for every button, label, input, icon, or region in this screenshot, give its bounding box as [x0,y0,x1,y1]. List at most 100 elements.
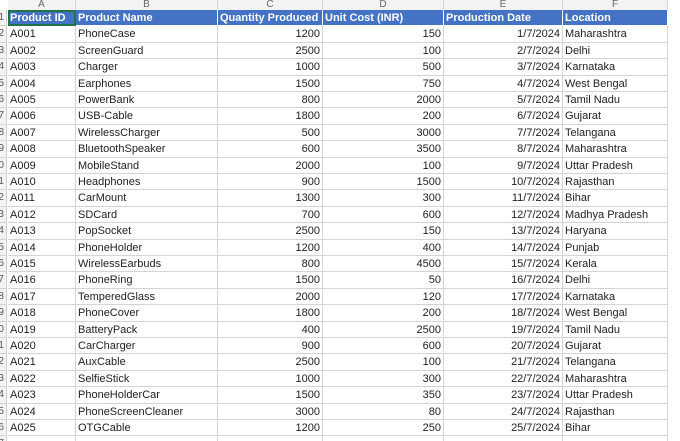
row-header[interactable]: 23 [0,370,7,388]
cell[interactable]: 1500 [218,272,323,289]
cell[interactable]: 1500 [218,387,323,404]
cell[interactable]: 24/7/2024 [444,403,563,420]
row-header[interactable]: 24 [0,387,7,404]
cell[interactable]: 300 [323,370,444,388]
column-title[interactable]: Quantity Produced [218,10,323,27]
cell[interactable]: PhoneCover [76,305,218,322]
row-header[interactable]: 4 [0,59,7,76]
cell[interactable]: A012 [8,206,76,224]
row-header[interactable]: 27 [0,436,7,441]
row-header[interactable]: 19 [0,305,7,322]
row-header[interactable]: 3 [0,42,7,60]
cell[interactable]: PowerBank [76,92,218,109]
cell[interactable]: PhoneCase [76,26,218,43]
cell[interactable]: 800 [218,256,323,273]
cell[interactable]: 800 [218,92,323,109]
cell[interactable]: Bihar [563,190,668,207]
cell[interactable]: 1800 [218,108,323,125]
cell[interactable]: Uttar Pradesh [563,387,668,404]
cell[interactable]: A004 [8,75,76,92]
cell[interactable]: 500 [323,59,444,76]
row-header[interactable]: 14 [0,223,7,240]
column-title[interactable]: Product Name [76,10,218,27]
cell[interactable]: Delhi [563,42,668,60]
cell[interactable]: A011 [8,190,76,207]
cell[interactable]: 4500 [323,256,444,273]
cell[interactable]: 2500 [323,321,444,338]
cell[interactable]: Kerala [563,256,668,273]
row-header[interactable]: 2 [0,26,7,43]
cell[interactable]: MobileStand [76,157,218,174]
cell[interactable]: 300 [323,190,444,207]
row-header[interactable]: 10 [0,157,7,174]
cell[interactable]: 900 [218,338,323,355]
cell[interactable]: Delhi [563,272,668,289]
cell[interactable]: WirelessEarbuds [76,256,218,273]
cell[interactable] [323,436,444,441]
cell[interactable]: A024 [8,403,76,420]
cell[interactable]: A015 [8,256,76,273]
cell[interactable]: A021 [8,354,76,371]
column-title[interactable]: Production Date [444,10,563,27]
cell[interactable]: SDCard [76,206,218,224]
cell[interactable]: 100 [323,42,444,60]
cell[interactable]: 600 [218,141,323,158]
cell[interactable]: 15/7/2024 [444,256,563,273]
cell[interactable]: PhoneRing [76,272,218,289]
cell[interactable]: Charger [76,59,218,76]
cell[interactable]: Rajasthan [563,403,668,420]
cell[interactable]: 200 [323,305,444,322]
cell[interactable]: Telangana [563,354,668,371]
cell[interactable]: A023 [8,387,76,404]
cell[interactable]: 1500 [323,174,444,191]
cell[interactable]: 1800 [218,305,323,322]
cell[interactable]: 17/7/2024 [444,288,563,306]
cell[interactable]: 80 [323,403,444,420]
cell[interactable]: Haryana [563,223,668,240]
cell[interactable]: 10/7/2024 [444,174,563,191]
row-header[interactable]: 11 [0,174,7,191]
cell[interactable]: A019 [8,321,76,338]
cell[interactable]: Madhya Pradesh [563,206,668,224]
cell[interactable]: 200 [323,108,444,125]
cell[interactable]: 13/7/2024 [444,223,563,240]
cell[interactable]: A014 [8,239,76,256]
row-header[interactable]: 15 [0,239,7,256]
row-header[interactable]: 26 [0,420,7,437]
cell[interactable]: Earphones [76,75,218,92]
cell[interactable]: BluetoothSpeaker [76,141,218,158]
cell[interactable]: TemperedGlass [76,288,218,306]
cell[interactable]: Rajasthan [563,174,668,191]
cell[interactable]: 150 [323,223,444,240]
spreadsheet-grid[interactable]: ABCDEF1Product IDProduct NameQuantity Pr… [0,0,680,441]
cell[interactable]: 9/7/2024 [444,157,563,174]
cell[interactable]: 1200 [218,420,323,437]
cell[interactable]: 250 [323,420,444,437]
cell[interactable] [218,436,323,441]
cell[interactable]: WirelessCharger [76,124,218,142]
cell[interactable] [76,436,218,441]
cell[interactable]: 19/7/2024 [444,321,563,338]
row-header[interactable]: 7 [0,108,7,125]
cell[interactable]: CarMount [76,190,218,207]
cell[interactable]: Gujarat [563,338,668,355]
cell[interactable]: 25/7/2024 [444,420,563,437]
cell[interactable]: 3/7/2024 [444,59,563,76]
cell[interactable]: Karnataka [563,59,668,76]
row-header[interactable]: 21 [0,338,7,355]
cell[interactable]: Maharashtra [563,370,668,388]
cell[interactable]: CarCharger [76,338,218,355]
cell[interactable]: West Bengal [563,75,668,92]
cell[interactable]: OTGCable [76,420,218,437]
cell[interactable]: 1500 [218,75,323,92]
cell[interactable]: 23/7/2024 [444,387,563,404]
cell[interactable]: PhoneHolder [76,239,218,256]
cell[interactable]: 7/7/2024 [444,124,563,142]
cell[interactable]: 2500 [218,42,323,60]
cell[interactable]: A017 [8,288,76,306]
cell[interactable]: 4/7/2024 [444,75,563,92]
row-header[interactable]: 13 [0,206,7,224]
cell[interactable]: Tamil Nadu [563,92,668,109]
cell[interactable]: Maharashtra [563,141,668,158]
cell[interactable]: A001 [8,26,76,43]
